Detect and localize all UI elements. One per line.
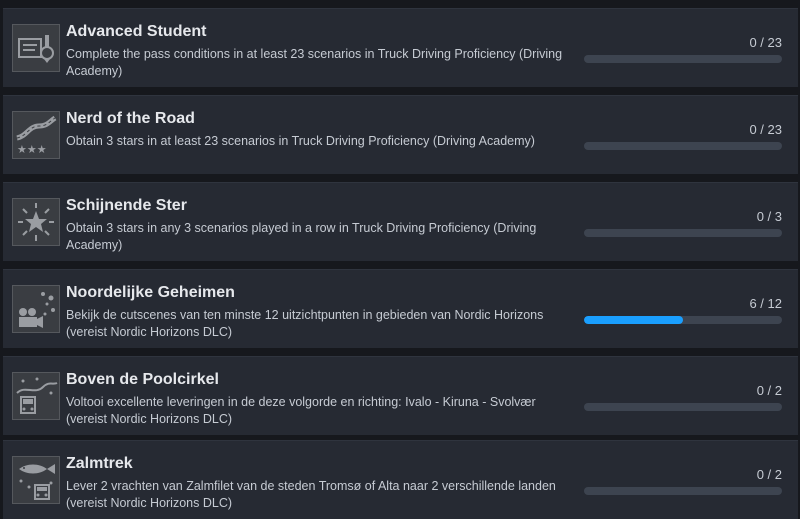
achievement-description: Bekijk de cutscenes van ten minste 12 ui… (66, 308, 544, 339)
achievement-title: Schijnende Ster (66, 197, 187, 214)
achievement-title: Nerd of the Road (66, 110, 195, 127)
achievement-row[interactable]: Boven de Poolcirkel Voltooi excellente l… (3, 356, 798, 435)
progress-count: 6 / 12 (749, 296, 782, 311)
achievement-description: Obtain 3 stars in at least 23 scenarios … (66, 134, 535, 148)
achievement-description: Obtain 3 stars in any 3 scenarios played… (66, 221, 537, 252)
progress-bar (584, 316, 782, 324)
progress-bar (584, 55, 782, 63)
achievement-description: Complete the pass conditions in at least… (66, 47, 563, 78)
achievement-title: Advanced Student (66, 23, 207, 40)
achievement-title: Boven de Poolcirkel (66, 371, 219, 388)
progress-count: 0 / 23 (749, 122, 782, 137)
progress-bar (584, 229, 782, 237)
achievement-title: Zalmtrek (66, 455, 133, 472)
progress-bar (584, 142, 782, 150)
achievement-title: Noordelijke Geheimen (66, 284, 235, 301)
achievement-description: Lever 2 vrachten van Zalmfilet van de st… (66, 479, 556, 510)
progress-bar (584, 487, 782, 495)
progress-count: 0 / 2 (756, 467, 782, 482)
progress-count: 0 / 23 (749, 35, 782, 50)
certificate-medal-icon (12, 24, 60, 72)
achievement-row[interactable]: Zalmtrek Lever 2 vrachten van Zalmfilet … (3, 440, 798, 519)
achievement-row[interactable]: Noordelijke Geheimen Bekijk de cutscenes… (3, 269, 798, 348)
achievement-row[interactable]: Advanced Student Complete the pass condi… (3, 8, 798, 87)
achievement-row[interactable]: Schijnende Ster Obtain 3 stars in any 3 … (3, 182, 798, 261)
shining-star-icon (12, 198, 60, 246)
truck-aurora-icon (12, 372, 60, 420)
svg-text:★★★: ★★★ (17, 143, 47, 156)
achievement-row[interactable]: ★★★ Nerd of the Road Obtain 3 stars in a… (3, 95, 798, 174)
progress-bar (584, 403, 782, 411)
progress-count: 0 / 3 (756, 209, 782, 224)
salmon-truck-icon (12, 456, 60, 504)
movie-camera-icon (12, 285, 60, 333)
achievement-description: Voltooi excellente leveringen in de deze… (66, 395, 536, 426)
progress-count: 0 / 2 (756, 383, 782, 398)
progress-fill (584, 316, 683, 324)
road-three-stars-icon: ★★★ (12, 111, 60, 159)
